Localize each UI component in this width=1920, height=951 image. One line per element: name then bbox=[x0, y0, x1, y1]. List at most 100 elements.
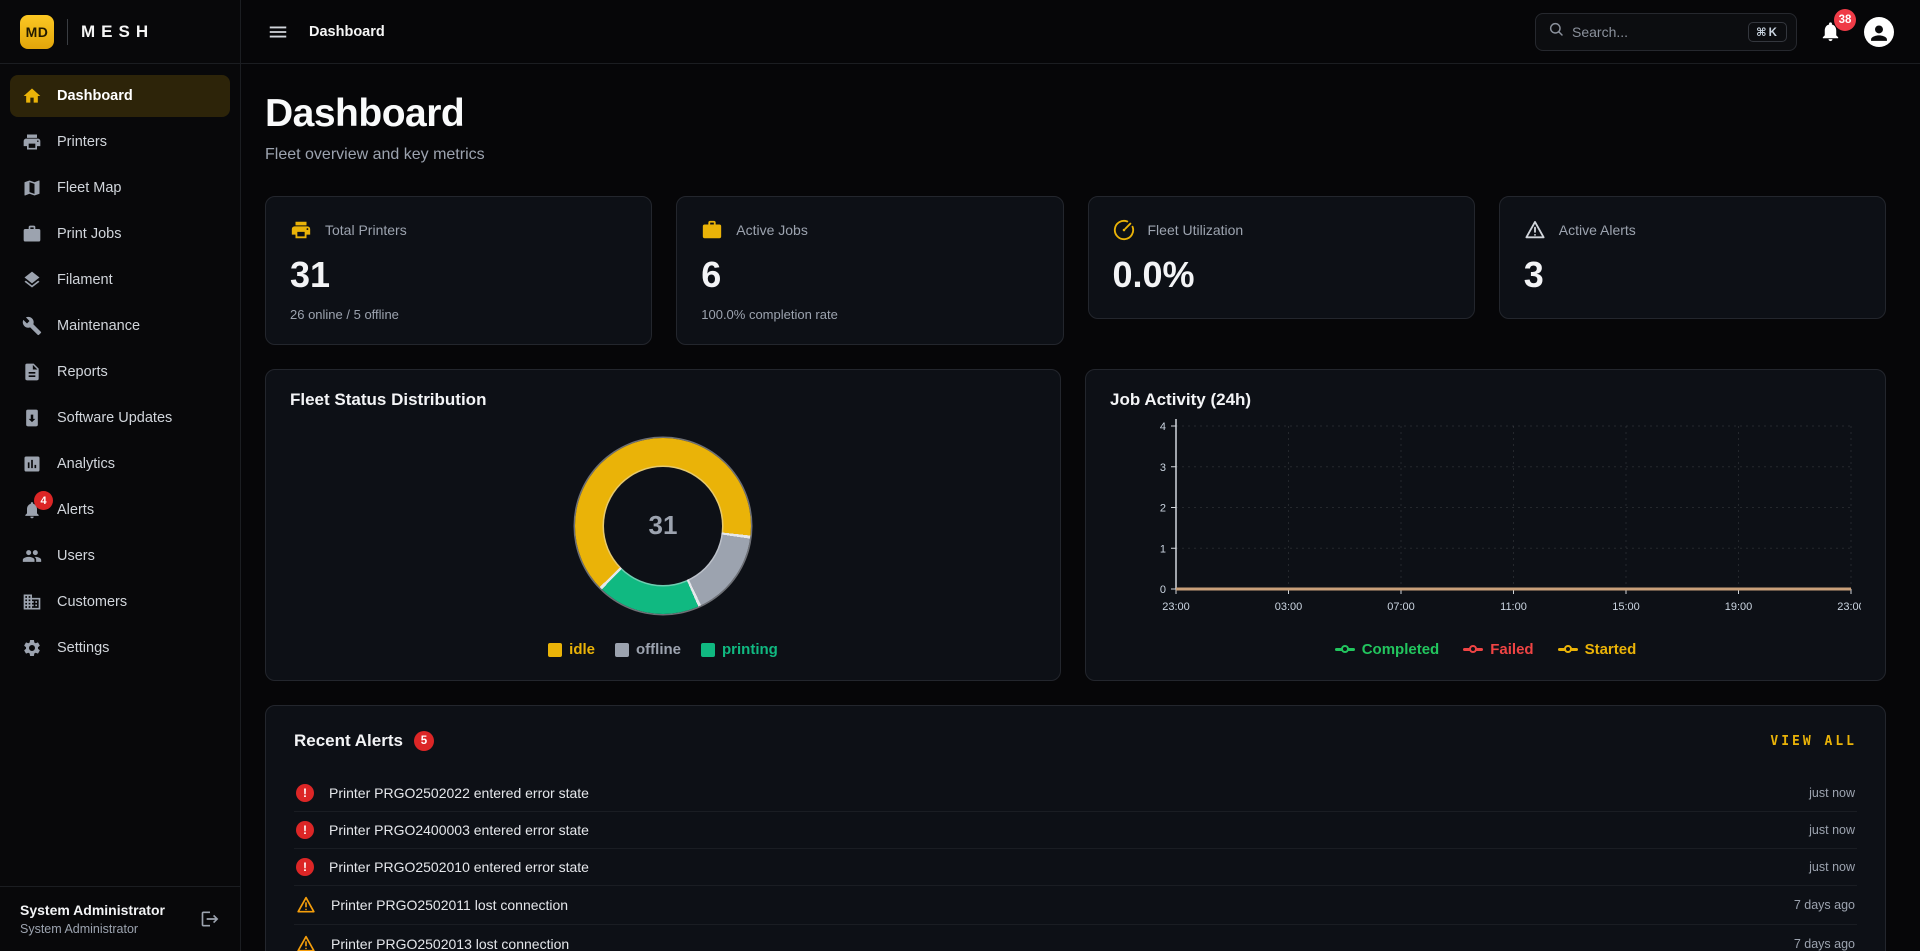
app-root: MD MESH Dashboard Printers Fleet Map Print … bbox=[0, 0, 1920, 951]
sidebar-item-label: Analytics bbox=[57, 456, 115, 472]
series-marker bbox=[1558, 645, 1578, 655]
sidebar-item-maintenance[interactable]: Maintenance bbox=[10, 305, 230, 347]
svg-text:07:00: 07:00 bbox=[1387, 601, 1415, 613]
alert-text: Printer PRGO2400003 entered error state bbox=[329, 822, 589, 838]
topbar-actions: ⌘K 38 bbox=[1535, 13, 1894, 51]
sidebar-item-filament[interactable]: Filament bbox=[10, 259, 230, 301]
gauge-icon bbox=[1113, 219, 1135, 241]
stat-card-header: Active Alerts bbox=[1524, 219, 1861, 241]
menu-button[interactable] bbox=[267, 21, 289, 43]
legend-swatch bbox=[701, 643, 715, 657]
sidebar-nav: Dashboard Printers Fleet Map Print JobsFila… bbox=[0, 64, 240, 886]
sidebar-item-label: Dashboard bbox=[57, 88, 133, 104]
sidebar-item-label: Users bbox=[57, 548, 95, 564]
donut-hole: 31 bbox=[604, 467, 722, 585]
sidebar-item-label: Fleet Map bbox=[57, 180, 121, 196]
stat-subtext: 100.0% completion rate bbox=[701, 307, 1038, 322]
job-activity-line-chart: 0123423:0003:0007:0011:0015:0019:0023:00 bbox=[1110, 414, 1861, 641]
sidebar-item-users[interactable]: Users bbox=[10, 535, 230, 577]
hamburger-icon bbox=[267, 21, 289, 43]
brand-divider bbox=[67, 19, 68, 45]
alert-text: Printer PRGO2502011 lost connection bbox=[331, 897, 568, 913]
document-icon bbox=[22, 362, 42, 382]
stat-label: Active Jobs bbox=[736, 222, 808, 238]
briefcase-icon bbox=[22, 224, 42, 244]
page-title: Dashboard bbox=[265, 92, 1886, 136]
alert-timestamp: 7 days ago bbox=[1794, 898, 1855, 912]
alert-row[interactable]: Printer PRGO2502013 lost connection7 day… bbox=[294, 924, 1857, 951]
recent-alerts-title: Recent Alerts bbox=[294, 731, 403, 751]
svg-text:4: 4 bbox=[1160, 421, 1166, 433]
sidebar-item-analytics[interactable]: Analytics bbox=[10, 443, 230, 485]
user-role: System Administrator bbox=[20, 922, 165, 936]
stat-card-active-alerts: Active Alerts3 bbox=[1499, 196, 1886, 319]
alert-row[interactable]: !Printer PRGO2400003 entered error state… bbox=[294, 811, 1857, 848]
avatar[interactable] bbox=[1864, 17, 1894, 47]
breadcrumb: Dashboard bbox=[309, 24, 385, 40]
sidebar-item-printers[interactable]: Printers bbox=[10, 121, 230, 163]
legend-item-failed: Failed bbox=[1463, 641, 1533, 658]
legend-item-completed: Completed bbox=[1335, 641, 1440, 658]
search-input[interactable] bbox=[1572, 24, 1740, 40]
sidebar-item-dashboard[interactable]: Dashboard bbox=[10, 75, 230, 117]
donut-wrap: 31 bbox=[290, 410, 1036, 641]
svg-text:2: 2 bbox=[1160, 503, 1166, 515]
stat-card-header: Total Printers bbox=[290, 219, 627, 241]
sidebar-item-label: Printers bbox=[57, 134, 107, 150]
fleet-status-donut-chart: 31 bbox=[575, 438, 751, 614]
svg-text:0: 0 bbox=[1160, 584, 1166, 596]
map-icon bbox=[22, 178, 42, 198]
warning-triangle-icon bbox=[296, 934, 316, 951]
sidebar-item-customers[interactable]: Customers bbox=[10, 581, 230, 623]
view-all-link[interactable]: VIEW ALL bbox=[1770, 734, 1857, 749]
printer-icon bbox=[22, 132, 42, 152]
warning-triangle-icon bbox=[296, 895, 316, 915]
home-icon bbox=[22, 86, 42, 106]
notifications-badge: 38 bbox=[1834, 9, 1856, 31]
search-shortcut-kbd: ⌘K bbox=[1748, 22, 1787, 42]
bar-chart-icon bbox=[22, 454, 42, 474]
logout-button[interactable] bbox=[200, 909, 220, 929]
svg-text:1: 1 bbox=[1160, 543, 1166, 555]
series-marker bbox=[1463, 645, 1483, 655]
fleet-status-title: Fleet Status Distribution bbox=[290, 390, 1036, 410]
sidebar-item-label: Alerts bbox=[57, 502, 94, 518]
notifications-button[interactable]: 38 bbox=[1819, 20, 1842, 43]
legend-label: Failed bbox=[1490, 641, 1533, 658]
job-activity-card: Job Activity (24h) 0123423:0003:0007:001… bbox=[1085, 369, 1886, 681]
sidebar-item-fleet-map[interactable]: Fleet Map bbox=[10, 167, 230, 209]
sidebar-item-label: Software Updates bbox=[57, 410, 172, 426]
search-box[interactable]: ⌘K bbox=[1535, 13, 1797, 51]
warning-icon bbox=[1524, 219, 1546, 241]
recent-alerts-badge: 5 bbox=[414, 731, 434, 751]
layers-icon bbox=[22, 270, 42, 290]
job-activity-legend: Completed Failed Started bbox=[1110, 641, 1861, 660]
series-marker bbox=[1335, 645, 1355, 655]
alerts-list: !Printer PRGO2502022 entered error state… bbox=[294, 775, 1857, 951]
sidebar-item-alerts[interactable]: 4Alerts bbox=[10, 489, 230, 531]
brand-name: MESH bbox=[81, 22, 154, 42]
legend-label: printing bbox=[722, 641, 778, 658]
stat-cards: Total Printers3126 online / 5 offlineAct… bbox=[265, 196, 1886, 345]
alert-timestamp: just now bbox=[1809, 860, 1855, 874]
alert-row[interactable]: !Printer PRGO2502010 entered error state… bbox=[294, 848, 1857, 885]
sidebar-item-reports[interactable]: Reports bbox=[10, 351, 230, 393]
sidebar-item-software-updates[interactable]: Software Updates bbox=[10, 397, 230, 439]
recent-alerts-header: Recent Alerts 5 VIEW ALL bbox=[294, 731, 1857, 751]
sidebar-item-settings[interactable]: Settings bbox=[10, 627, 230, 669]
stat-card-fleet-utilization: Fleet Utilization0.0% bbox=[1088, 196, 1475, 319]
alert-text: Printer PRGO2502013 lost connection bbox=[331, 936, 569, 951]
logout-icon bbox=[200, 909, 220, 929]
legend-label: Started bbox=[1585, 641, 1637, 658]
brand-logo: MD bbox=[20, 15, 54, 49]
recent-alerts-card: Recent Alerts 5 VIEW ALL !Printer PRGO25… bbox=[265, 705, 1886, 951]
gear-icon bbox=[22, 638, 42, 658]
alert-row[interactable]: !Printer PRGO2502022 entered error state… bbox=[294, 775, 1857, 811]
stat-label: Fleet Utilization bbox=[1148, 222, 1244, 238]
search-icon bbox=[1548, 21, 1564, 42]
alert-row[interactable]: Printer PRGO2502011 lost connection 7 day… bbox=[294, 885, 1857, 924]
error-circle-icon: ! bbox=[296, 784, 314, 802]
svg-text:3: 3 bbox=[1160, 462, 1166, 474]
sidebar-item-print-jobs[interactable]: Print Jobs bbox=[10, 213, 230, 255]
sidebar: MD MESH Dashboard Printers Fleet Map Print … bbox=[0, 0, 241, 951]
